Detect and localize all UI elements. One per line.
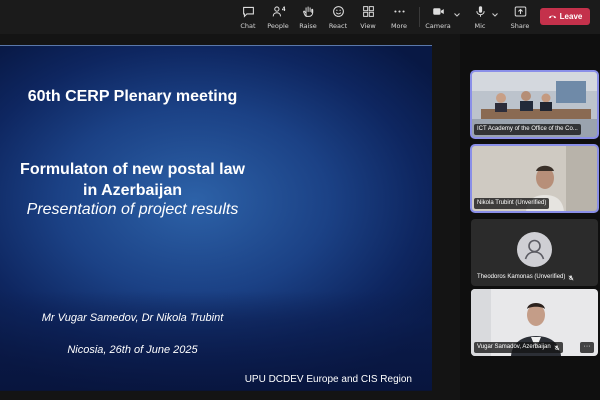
mic-options-chevron-icon[interactable] <box>491 11 499 19</box>
slide-place-date: Nicosia, 26th of June 2025 <box>67 344 198 356</box>
camera-icon <box>432 8 444 15</box>
chat-icon <box>242 6 254 18</box>
shared-content-stage: 60th CERP Plenary meeting Formulaton of … <box>0 34 460 400</box>
participant-tile[interactable]: Vugar Samadov, Azerbaijan ··· <box>471 289 598 356</box>
participant-name: Nikola Trubint (Unverified) <box>477 200 547 206</box>
mic-label: Mic <box>474 22 486 30</box>
slide-heading-line2: in Azerbaijan <box>83 182 182 199</box>
presentation-slide: 60th CERP Plenary meeting Formulaton of … <box>0 45 432 391</box>
participant-nameplate: Theodoros Kamonas (Unverified) <box>474 272 577 283</box>
mic-muted-icon <box>568 274 574 280</box>
slide-heading-line1: Formulaton of new postal law <box>20 161 245 178</box>
chat-button[interactable]: Chat <box>233 4 263 32</box>
more-label: More <box>390 22 408 30</box>
slide-authors: Mr Vugar Samedov, Dr Nikola Trubint <box>41 312 224 324</box>
people-count-badge: 4 <box>282 7 286 13</box>
camera-options-chevron-icon[interactable] <box>453 11 461 19</box>
share-label: Share <box>510 22 530 30</box>
phone-hangup-icon <box>548 15 556 19</box>
chat-label: Chat <box>240 22 256 30</box>
raise-hand-icon <box>302 6 313 17</box>
leave-label: Leave <box>559 12 583 21</box>
more-dots-icon <box>393 10 405 13</box>
share-button[interactable]: Share <box>505 4 535 32</box>
more-button[interactable]: More <box>384 4 414 32</box>
view-button[interactable]: View <box>353 4 383 32</box>
participant-tile[interactable]: ICT Academy of the Office of the Co... <box>470 70 599 139</box>
people-label: People <box>267 22 289 30</box>
grid-view-icon <box>362 6 374 17</box>
person-avatar-icon <box>517 232 552 267</box>
slide-heading: Formulaton of new postal law in Azerbaij… <box>0 159 265 201</box>
raise-label: Raise <box>299 22 317 30</box>
react-button[interactable]: React <box>323 4 353 32</box>
participant-name: ICT Academy of the Office of the Co... <box>477 126 578 132</box>
smiley-icon <box>332 6 344 17</box>
slide-title: 60th CERP Plenary meeting <box>27 88 238 105</box>
participant-tile[interactable]: Nikola Trubint (Unverified) <box>470 144 599 213</box>
slide-subheading: Presentation of project results <box>26 201 239 218</box>
react-label: React <box>328 22 348 30</box>
participant-nameplate: ICT Academy of the Office of the Co... <box>474 124 581 135</box>
camera-button[interactable]: Camera <box>423 4 453 32</box>
participant-more-options-button[interactable]: ··· <box>580 342 594 353</box>
participant-tile[interactable]: Theodoros Kamonas (Unverified) <box>471 219 598 286</box>
camera-label: Camera <box>425 22 451 30</box>
slide-footer: UPU DCDEV Europe and CIS Region <box>244 374 412 385</box>
share-screen-icon <box>514 6 526 17</box>
meeting-toolbar: Chat 4 People Raise React View More Came… <box>0 0 600 34</box>
raise-hand-button[interactable]: Raise <box>293 4 323 32</box>
mic-icon <box>475 6 485 17</box>
participant-nameplate: Vugar Samadov, Azerbaijan <box>474 342 563 353</box>
participant-nameplate: Nikola Trubint (Unverified) <box>474 198 550 209</box>
leave-button[interactable]: Leave <box>540 8 590 25</box>
toolbar-divider <box>419 7 420 27</box>
mic-muted-icon <box>554 344 560 350</box>
participant-name: Theodoros Kamonas (Unverified) <box>477 274 566 280</box>
view-label: View <box>360 22 376 30</box>
participant-name: Vugar Samadov, Azerbaijan <box>477 344 551 350</box>
people-button[interactable]: 4 People <box>263 4 293 32</box>
